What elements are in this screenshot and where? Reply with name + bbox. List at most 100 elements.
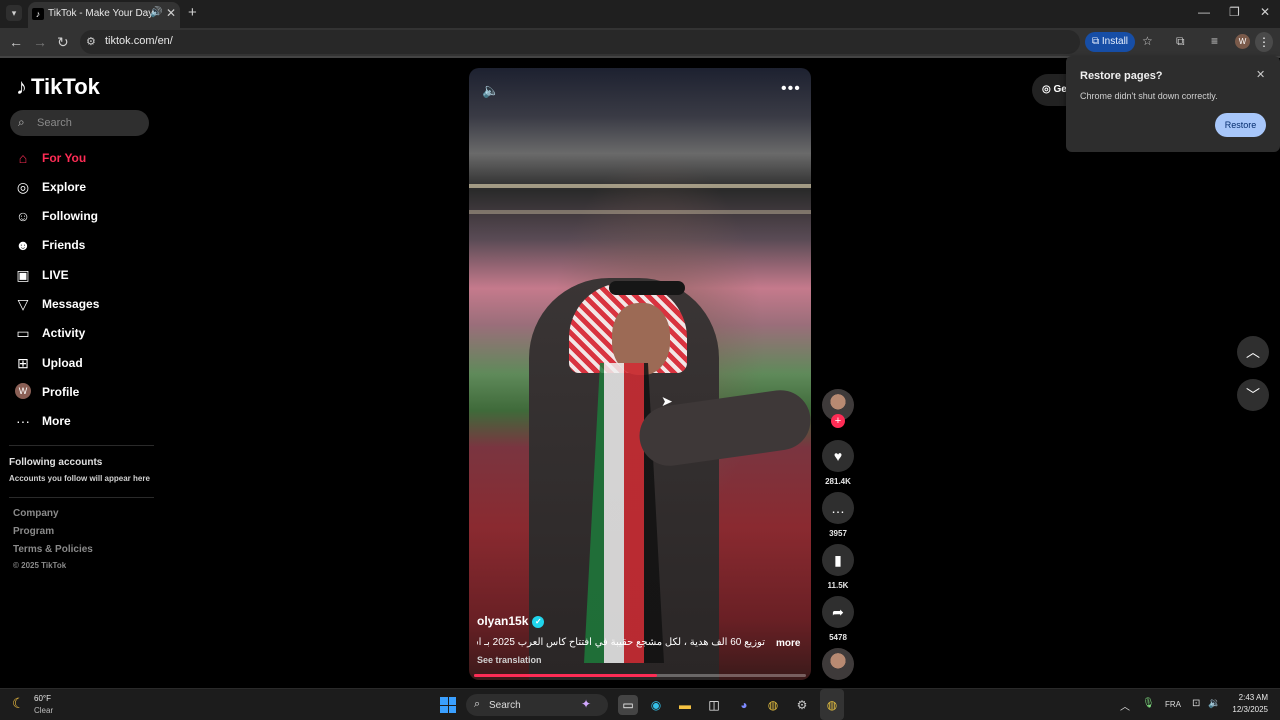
tab-title: TikTok - Make Your Day [48,8,154,19]
caption-more-link[interactable]: more [776,638,800,649]
start-button[interactable] [440,697,456,713]
restore-title: Restore pages? [1080,70,1163,82]
chrome-icon[interactable]: ◍ [763,695,783,715]
footer-link-terms[interactable]: Terms & Policies [13,544,93,555]
following-icon: ☺ [15,208,31,224]
restore-window-icon[interactable]: ❐ [1229,5,1240,19]
messages-icon: ▽ [17,296,29,312]
nav-upload[interactable]: ⊞ Upload [14,353,154,375]
comment-button[interactable]: … [822,492,854,524]
restore-button[interactable]: Restore [1215,113,1266,137]
tab-audio-icon[interactable]: 🔊 [150,7,162,18]
follow-plus-icon[interactable]: + [831,414,845,428]
see-translation-link[interactable]: See translation [477,655,542,665]
browser-toolbar: ← → ↻ ⚙ tiktok.com/en/ ⧉ Install ☆ ⧉ ≡ W… [0,28,1280,56]
nav-more[interactable]: ··· More [14,411,154,433]
save-button[interactable]: ▮ [822,544,854,576]
volume-tray-icon[interactable]: 🔉 [1208,698,1220,709]
nav-for-you[interactable]: ⌂ For You [14,148,154,170]
save-count: 11.5K [827,581,849,590]
store-icon[interactable]: ◫ [704,695,724,715]
search-input[interactable]: ⌕ Search [10,110,149,136]
browser-tabbar: ▾ ♪ TikTok - Make Your Day 🔊 ✕ + — ❐ ✕ [0,0,1280,28]
like-button[interactable]: ♥ [822,440,854,472]
tray-overflow-icon[interactable]: ︿ [1120,698,1130,713]
reload-icon[interactable]: ↻ [57,34,69,51]
previous-video-button[interactable]: ︿ [1237,336,1269,368]
close-icon[interactable]: ✕ [1256,68,1265,81]
weather-condition[interactable]: Clear [34,706,53,715]
next-video-button[interactable]: ﹀ [1237,379,1269,411]
nav-explore[interactable]: ◎ Explore [14,177,154,199]
back-icon[interactable]: ← [9,34,23,50]
like-count: 281.4K [825,477,851,486]
live-icon: ▣ [16,267,30,283]
copyright: © 2025 TikTok [13,561,67,570]
profile-avatar[interactable]: W [1235,34,1250,49]
nav-live[interactable]: ▣ LIVE [14,265,154,287]
nav-label: For You [42,151,87,165]
install-label: Install [1101,36,1129,47]
browser-tab[interactable]: ♪ TikTok - Make Your Day 🔊 ✕ [28,2,180,28]
site-info-icon[interactable]: ⚙ [86,35,96,48]
moon-icon[interactable]: ☾ [12,695,25,712]
share-button[interactable]: ➦ [822,596,854,628]
new-tab-button[interactable]: + [188,4,197,21]
video-progress-bar[interactable] [474,674,806,677]
share-count: 5478 [829,633,847,642]
bookmark-icon: ▮ [834,552,842,568]
following-accounts-title: Following accounts [9,457,103,468]
music-disc-avatar[interactable] [822,648,854,680]
clock-time[interactable]: 2:43 AM [1236,693,1268,702]
share-icon: ➦ [832,604,844,620]
tiktok-logo[interactable]: ♪ TikTok [16,74,100,100]
video-player[interactable] [469,68,811,680]
taskbar-search[interactable]: ⌕ Search ✦ [466,694,608,716]
video-caption: توزيع 60 الف هدية ، لكل مشجع حقيبة في اف… [477,637,765,648]
media-controls-icon[interactable]: ≡ [1211,34,1218,48]
discord-icon[interactable]: ◕ [734,695,754,715]
home-icon: ⌂ [18,150,28,166]
task-view-icon[interactable]: ▭ [618,695,638,715]
url-text[interactable]: tiktok.com/en/ [105,35,173,47]
friends-icon: ☻ [15,237,31,253]
chrome-active-icon[interactable]: ◍ [822,695,842,715]
language-indicator[interactable]: FRA [1165,700,1181,709]
edge-icon[interactable]: ◉ [646,695,666,715]
microphone-icon[interactable]: 🎙 [1142,698,1155,709]
browser-menu-icon[interactable]: ⋮ [1255,32,1273,52]
video-options-icon[interactable]: ••• [781,80,801,98]
network-icon[interactable]: ⊡ [1192,698,1200,709]
clock-date[interactable]: 12/3/2025 [1226,705,1268,714]
tab-search-button[interactable]: ▾ [6,5,22,21]
file-explorer-icon[interactable]: ▬ [675,695,695,715]
volume-icon[interactable]: 🔈 [482,82,499,99]
nav-label: Profile [42,385,80,399]
upload-icon: ⊞ [17,355,29,371]
close-window-icon[interactable]: ✕ [1260,5,1270,19]
bookmark-star-icon[interactable]: ☆ [1142,34,1153,48]
footer-link-program[interactable]: Program [13,526,54,537]
footer-link-company[interactable]: Company [13,508,59,519]
comment-icon: … [831,500,845,516]
address-bar[interactable]: ⚙ tiktok.com/en/ [80,30,1080,54]
nav-activity[interactable]: ▭ Activity [14,323,154,345]
nav-profile[interactable]: W Profile [14,382,154,404]
weather-temp[interactable]: 60°F [34,694,51,703]
nav-friends[interactable]: ☻ Friends [14,235,154,257]
forward-icon[interactable]: → [33,34,47,50]
minimize-icon[interactable]: — [1198,5,1210,19]
tab-close-icon[interactable]: ✕ [166,6,176,20]
search-placeholder: Search [37,117,72,129]
video-agal [609,281,685,295]
activity-icon: ▭ [16,325,30,341]
nav-messages[interactable]: ▽ Messages [14,294,154,316]
sidebar-divider [9,445,154,446]
steam-icon[interactable]: ⚙ [792,695,812,715]
nav-following[interactable]: ☺ Following [14,206,154,228]
install-button[interactable]: ⧉ Install [1085,32,1135,52]
extensions-icon[interactable]: ⧉ [1176,34,1185,49]
following-accounts-subtitle: Accounts you follow will appear here [9,474,150,483]
video-author[interactable]: olyan15k ✓ [477,614,545,628]
compass-icon: ◎ [16,179,30,195]
